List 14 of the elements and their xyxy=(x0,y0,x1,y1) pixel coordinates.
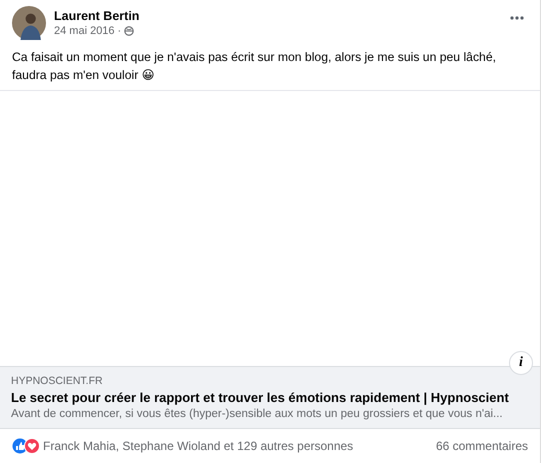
author-name[interactable]: Laurent Bertin xyxy=(54,9,498,23)
link-domain: HYPNOSCIENT.FR xyxy=(11,375,104,387)
avatar-icon[interactable] xyxy=(12,6,46,40)
separator-dot: · xyxy=(118,25,122,37)
link-preview[interactable]: HYPNOSCIENT.FR Le secret pour créer le rapport et trouver les émotions rapidement | Hypnoscient Avant de commencer, si vous êtes (hyper-)sensible aux mots un peu grossiers et que vous n'ai... xyxy=(0,366,540,429)
globe-icon xyxy=(124,26,134,36)
post-text: Ca faisait un moment que je n'avais pas écrit sur mon blog, alors je me suis un peu lâché, faudra pas m'en vouloir 😀 xyxy=(12,49,497,84)
reaction-icons[interactable] xyxy=(12,438,40,454)
comments-count[interactable]: 66 commentaires xyxy=(436,439,528,453)
post-date[interactable]: 24 mai 2016 xyxy=(54,25,115,37)
info-button[interactable]: i xyxy=(509,351,533,375)
reaction-names[interactable]: Franck Mahia, Stephane Wioland et 129 autres personnes xyxy=(43,439,433,453)
link-description: Avant de commencer, si vous êtes (hyper-)sensible aux mots un peu grossiers et que vous n'ai... xyxy=(11,408,504,420)
link-title[interactable]: Le secret pour créer le rapport et trouver les émotions rapidement | Hypnoscient xyxy=(11,390,528,405)
